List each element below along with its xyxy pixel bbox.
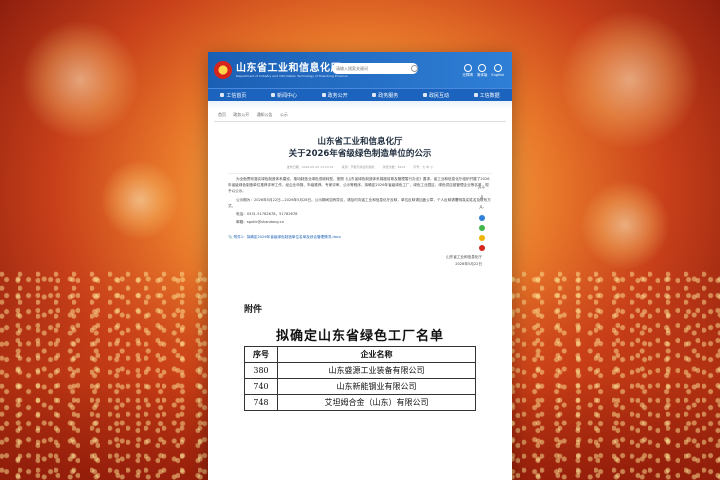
share-icon[interactable] [478,215,485,221]
top-links: 无障碍 简体版 English [462,64,504,78]
simplified-link[interactable]: 简体版 [476,64,488,78]
company-name: 山东盛源工业装备有限公司 [277,362,476,379]
source: 来源：节能与综合利用处 [341,165,375,169]
attachment-label: 附件1：拟确定2026年省级绿色制造单位名单及综合管理情况.docx [233,235,342,240]
nav-label: 政务公开 [327,92,348,99]
top-link-label: English [491,73,504,77]
nav-label: 政民互动 [428,92,449,99]
font-smaller-button[interactable]: A- [479,205,484,211]
table-row: 740 山东新能钢业有限公司 [244,378,476,395]
side-toolbar: A+ A A- [478,185,486,251]
bokeh-light [580,180,670,270]
paragraph: 电话：0531-51782678，51782678 [236,212,298,217]
search-box[interactable] [332,63,418,74]
top-link-label: 简体版 [476,73,488,77]
article-title: 山东省工业和信息化厅 关于2026年省级绿色制造单位的公示 [228,136,492,160]
publish-date: 发布日期：2026-05-22 11:23:41 [286,165,334,169]
breadcrumb: 首页 政务公开 通知公告 公示 [214,109,506,122]
main-nav: 工信首页 新闻中心 政务公开 政务服务 政民互动 工信数据 [208,88,512,101]
company-name: 山东新能钢业有限公司 [277,378,476,395]
breadcrumb-item[interactable]: 公示 [280,112,288,117]
service-icon [372,93,377,97]
english-icon [493,64,502,72]
article-body: 为全面贯彻落实绿色制造体系建设，推动制造业绿色低碳转型，按照《山东省绿色制造体系… [228,176,492,225]
site-header: 山东省工业和信息化厅 Department of Industry and In… [208,52,512,88]
company-name: 艾坦姆合金（山东）有限公司 [277,394,476,411]
search-icon[interactable] [411,65,418,72]
nav-item-services[interactable]: 政务服务 [372,92,398,99]
nav-item-news[interactable]: 新闻中心 [270,92,297,99]
appendix-section: 附件 拟确定山东省绿色工厂名单 [208,292,512,344]
bokeh-light [20,20,140,140]
nav-label: 工信首页 [226,92,247,99]
article: 山东省工业和信息化厅 关于2026年省级绿色制造单位的公示 发布日期：2026-… [208,136,512,268]
site-title-block: 山东省工业和信息化厅 Department of Industry and In… [236,63,348,78]
row-number: 748 [244,394,278,411]
accessibility-icon [463,64,472,72]
font-larger-button[interactable]: A+ [478,185,486,191]
nav-item-gov-info[interactable]: 政务公开 [321,92,348,99]
paragraph: 为全面贯彻落实绿色制造体系建设，推动制造业绿色低碳转型，按照《山东省绿色制造体系… [228,177,490,194]
bokeh-light [560,10,700,150]
paragraph: 邮箱：sgxtlc@shandong.cn [236,220,285,225]
breadcrumb-item[interactable]: 首页 [218,112,226,117]
view-count: 浏览次数：8133 [382,165,406,169]
accessibility-link[interactable]: 无障碍 [462,64,473,78]
row-number: 740 [244,378,278,395]
table-header-row: 序号 企业名称 [244,346,476,363]
paragraph: 公示期为：2026年5月22日—2026年5月28日。公示期间如有异议，请及时向… [228,197,491,208]
appendix-label: 附件 [244,305,263,315]
top-link-label: 无障碍 [462,73,473,77]
article-title-line1: 山东省工业和信息化厅 [317,137,403,147]
search-input[interactable] [332,66,410,71]
document-icon [321,93,326,97]
nav-label: 工信数据 [479,92,500,99]
wechat-icon[interactable] [478,225,485,231]
appendix-title: 拟确定山东省绿色工厂名单 [275,329,444,344]
table-row: 748 艾坦姆合金（山东）有限公司 [244,394,476,411]
column-header: 企业名称 [277,346,476,363]
sign-date: 2026年5月22日 [455,262,482,267]
factory-table: 序号 企业名称 380 山东盛源工业装备有限公司 740 山东新能钢业有限公司 … [244,346,476,411]
article-meta: 发布日期：2026-05-22 11:23:41 来源：节能与综合利用处 浏览次… [228,165,492,174]
weibo-icon[interactable] [478,245,485,251]
paperclip-icon: 📎 [228,235,233,240]
national-emblem-icon [214,61,232,79]
sign-org: 山东省工业和信息化厅 [446,255,482,260]
attachment-link[interactable]: 📎 附件1：拟确定2026年省级绿色制造单位名单及综合管理情况.docx [228,235,492,240]
news-icon [270,93,275,97]
site-subtitle: Department of Industry and Information T… [236,73,348,78]
data-icon [473,93,478,97]
signature: 山东省工业和信息化厅 2026年5月22日 [228,254,492,268]
english-link[interactable]: English [491,64,504,78]
breadcrumb-item[interactable]: 通知公告 [257,112,273,117]
article-title-line2: 关于2026年省级绿色制造单位的公示 [288,149,432,159]
table-row: 380 山东盛源工业装备有限公司 [244,362,476,379]
nav-label: 政务服务 [378,92,399,99]
nav-item-data[interactable]: 工信数据 [473,92,500,99]
site-title: 山东省工业和信息化厅 [236,62,341,74]
nav-item-interaction[interactable]: 政民互动 [422,92,449,99]
home-icon [220,93,225,97]
chat-icon [422,93,427,97]
simplified-icon [478,64,487,72]
font-normal-button[interactable]: A [480,195,483,201]
nav-item-home[interactable]: 工信首页 [220,92,246,99]
nav-spacer [208,101,512,109]
webpage-screenshot: 山东省工业和信息化厅 Department of Industry and In… [208,52,512,480]
bokeh-light [100,160,180,240]
column-header: 序号 [244,346,278,363]
breadcrumb-item[interactable]: 政务公开 [233,112,249,117]
font-size-control[interactable]: 字号：大 中 小 [413,165,433,169]
row-number: 380 [244,362,278,379]
nav-label: 新闻中心 [276,92,297,99]
favorite-icon[interactable] [478,235,485,241]
